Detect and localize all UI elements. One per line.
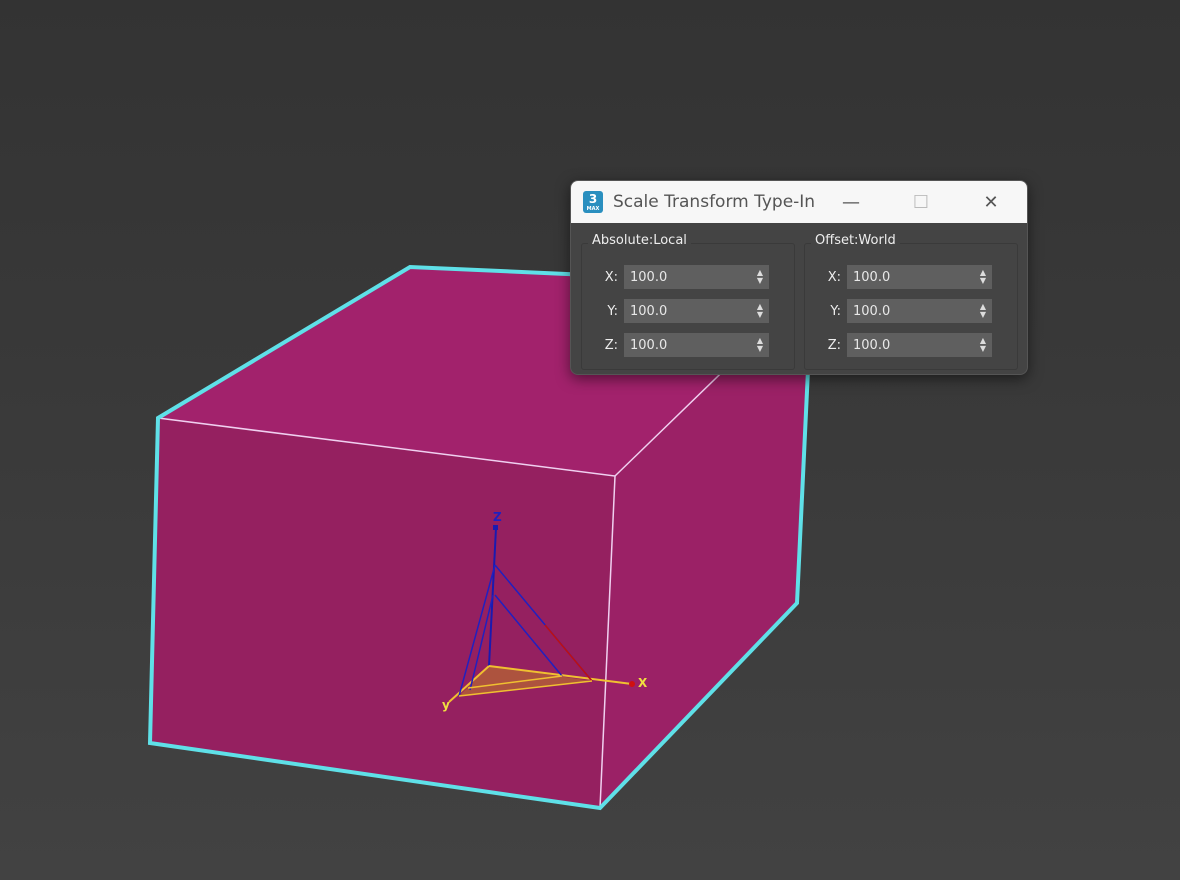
field-row: X: 100.0 ▲ ▼: [582, 265, 769, 289]
app-icon-sub: MAX: [586, 206, 600, 212]
abs-z-spinner[interactable]: 100.0 ▲ ▼: [624, 333, 769, 357]
maximize-icon: ☐: [912, 191, 930, 213]
axis-label: X:: [827, 269, 841, 285]
gizmo-x-label: X: [638, 676, 648, 690]
offset-x-spinner[interactable]: 100.0 ▲ ▼: [847, 265, 992, 289]
3dsmax-app-icon: 3 MAX: [583, 191, 603, 213]
spinner-value[interactable]: 100.0: [853, 270, 890, 285]
gizmo-z-label: Z: [493, 510, 502, 524]
spinner-arrows-icon[interactable]: ▲ ▼: [980, 337, 986, 353]
dialog-title: Scale Transform Type-In: [613, 192, 816, 212]
spinner-arrows-icon[interactable]: ▲ ▼: [757, 269, 763, 285]
spinner-value[interactable]: 100.0: [630, 304, 667, 319]
field-row: Z: 100.0 ▲ ▼: [582, 333, 769, 357]
spinner-arrows-icon[interactable]: ▲ ▼: [980, 269, 986, 285]
maximize-button: ☐: [891, 181, 951, 223]
absolute-local-group: Absolute:Local X: 100.0 ▲ ▼ Y: 100.0 ▲ ▼ Z: 100…: [581, 233, 795, 370]
box-front-face[interactable]: [150, 418, 615, 808]
minimize-button[interactable]: —: [821, 181, 881, 223]
viewport-3d[interactable]: Z X y: [0, 0, 1180, 880]
app-icon-number: 3: [588, 192, 598, 206]
axis-label: Z:: [604, 337, 618, 353]
offset-y-spinner[interactable]: 100.0 ▲ ▼: [847, 299, 992, 323]
axis-label: X:: [604, 269, 618, 285]
scale-transform-dialog: 3 MAX Scale Transform Type-In — ☐ ✕ Absol…: [570, 180, 1028, 375]
abs-x-spinner[interactable]: 100.0 ▲ ▼: [624, 265, 769, 289]
offset-world-group: Offset:World X: 100.0 ▲ ▼ Y: 100.0 ▲ ▼ Z: 100.0…: [804, 233, 1018, 370]
group-label: Offset:World: [811, 233, 900, 248]
field-row: Y: 100.0 ▲ ▼: [805, 299, 992, 323]
offset-z-spinner[interactable]: 100.0 ▲ ▼: [847, 333, 992, 357]
group-label: Absolute:Local: [588, 233, 691, 248]
spinner-value[interactable]: 100.0: [630, 338, 667, 353]
axis-label: Y:: [830, 303, 841, 319]
axis-label: Y:: [607, 303, 618, 319]
gizmo-y-label: y: [442, 698, 450, 712]
spinner-arrows-icon[interactable]: ▲ ▼: [757, 337, 763, 353]
field-row: Z: 100.0 ▲ ▼: [805, 333, 992, 357]
abs-y-spinner[interactable]: 100.0 ▲ ▼: [624, 299, 769, 323]
spinner-value[interactable]: 100.0: [853, 304, 890, 319]
spinner-arrows-icon[interactable]: ▲ ▼: [757, 303, 763, 319]
close-icon: ✕: [983, 191, 999, 213]
spinner-value[interactable]: 100.0: [630, 270, 667, 285]
title-bar[interactable]: 3 MAX Scale Transform Type-In — ☐ ✕: [571, 181, 1027, 223]
field-row: X: 100.0 ▲ ▼: [805, 265, 992, 289]
field-row: Y: 100.0 ▲ ▼: [582, 299, 769, 323]
minimize-icon: —: [842, 191, 860, 213]
axis-label: Z:: [827, 337, 841, 353]
close-button[interactable]: ✕: [961, 181, 1021, 223]
spinner-arrows-icon[interactable]: ▲ ▼: [980, 303, 986, 319]
spinner-value[interactable]: 100.0: [853, 338, 890, 353]
